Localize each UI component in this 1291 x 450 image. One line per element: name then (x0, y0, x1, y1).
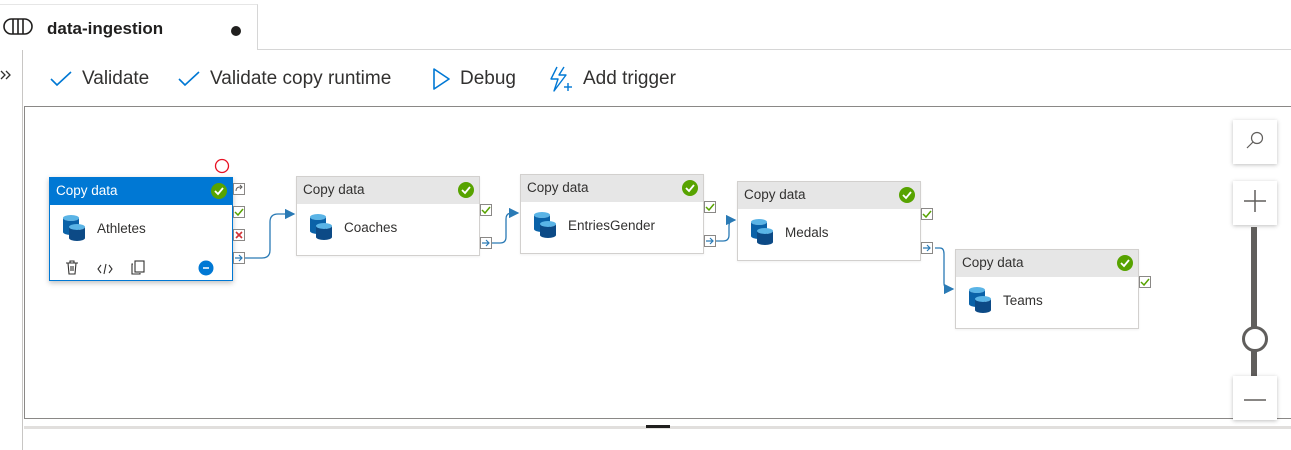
zoom-slider-track[interactable] (1251, 227, 1257, 381)
activity-name: EntriesGender (568, 218, 656, 233)
delete-icon[interactable] (65, 260, 79, 280)
zoom-out-button[interactable] (1233, 376, 1277, 420)
minus-icon (1243, 389, 1267, 407)
on-success-port[interactable] (921, 208, 933, 220)
database-icon (533, 211, 557, 239)
connector-athletes-coaches (245, 208, 296, 259)
activity-type: Copy data (527, 180, 589, 195)
activity-type: Copy data (744, 187, 806, 202)
on-success-port[interactable] (233, 206, 245, 218)
activity-name: Coaches (344, 220, 398, 235)
on-success-port[interactable] (1139, 276, 1151, 288)
zoom-in-button[interactable] (1233, 181, 1277, 225)
activity-name: Teams (1003, 293, 1043, 308)
activity-type: Copy data (962, 255, 1024, 270)
on-completion-port[interactable] (480, 237, 492, 249)
on-failure-port[interactable] (233, 229, 245, 241)
success-check-icon (899, 187, 915, 203)
search-canvas-button[interactable] (1233, 120, 1277, 164)
success-check-icon (1117, 255, 1133, 271)
on-skip-port[interactable] (233, 183, 245, 195)
database-icon (62, 214, 86, 242)
activity-entriesgender[interactable]: Copy data EntriesGender (520, 174, 704, 254)
activity-name: Medals (785, 225, 829, 240)
connector-coaches-entriesgender (491, 207, 520, 244)
database-icon (968, 286, 992, 314)
on-success-port[interactable] (704, 201, 716, 213)
activity-name: Athletes (97, 221, 146, 236)
activity-coaches[interactable]: Copy data Coaches (296, 176, 480, 256)
panel-resize-handle[interactable] (646, 425, 670, 428)
on-completion-port[interactable] (233, 252, 245, 264)
go-to-details-icon[interactable] (198, 260, 214, 281)
on-completion-port[interactable] (921, 242, 933, 254)
activity-medals[interactable]: Copy data Medals (737, 181, 921, 261)
success-check-icon (211, 183, 227, 199)
activity-teams[interactable]: Copy data Teams (955, 249, 1139, 329)
search-icon (1245, 130, 1265, 155)
activity-type: Copy data (56, 183, 118, 198)
connector-medals-teams (935, 247, 955, 295)
on-success-port[interactable] (480, 204, 492, 216)
activity-type: Copy data (303, 182, 365, 197)
plus-icon (1243, 189, 1267, 218)
activity-athletes[interactable]: Copy data Athletes (49, 177, 233, 281)
database-icon (750, 218, 774, 246)
clone-icon[interactable] (131, 260, 145, 280)
on-completion-port[interactable] (704, 235, 716, 247)
success-check-icon (682, 180, 698, 196)
breakpoint-icon[interactable] (214, 158, 230, 179)
database-icon (309, 213, 333, 241)
zoom-slider-handle[interactable] (1242, 326, 1268, 352)
code-icon[interactable] (97, 262, 113, 280)
success-check-icon (458, 182, 474, 198)
connector-entriesgender-medals (715, 214, 737, 242)
